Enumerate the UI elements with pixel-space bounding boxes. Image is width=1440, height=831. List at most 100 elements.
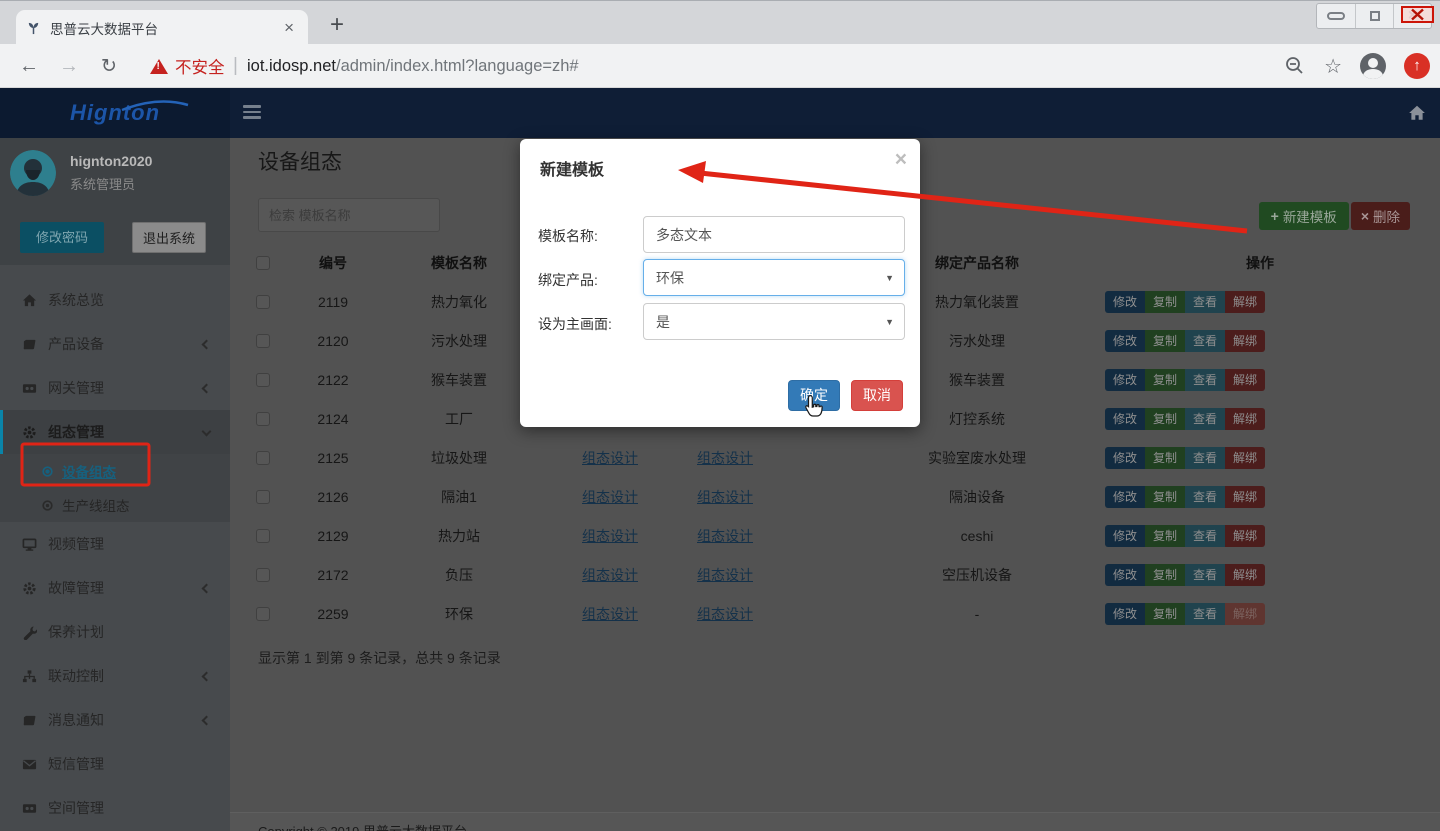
config-design-link-2[interactable]: 组态设计 [655,594,795,633]
browser-tab[interactable]: 思普云大数据平台 × [16,10,308,45]
sidebar-item-fault[interactable]: 故障管理 [0,566,230,610]
unbind-button[interactable]: 解绑 [1225,564,1265,586]
main-screen-select[interactable]: 是 ▼ [643,303,905,340]
unbind-button[interactable]: 解绑 [1225,486,1265,508]
window-restore-button[interactable] [1355,4,1393,28]
window-close-button[interactable]: × [1393,4,1431,28]
sidebar-item-gateway[interactable]: 网关管理 [0,366,230,410]
view-button[interactable]: 查看 [1185,408,1225,430]
tab-close-icon[interactable]: × [280,18,298,38]
new-tab-button[interactable]: + [322,11,352,41]
sidebar-item-space[interactable]: 空间管理 [0,786,230,830]
logout-button[interactable]: 退出系统 [132,222,206,253]
copy-button[interactable]: 复制 [1145,564,1185,586]
forward-button[interactable]: → [52,44,86,88]
copy-button[interactable]: 复制 [1145,486,1185,508]
book-icon [22,713,48,728]
sidebar-item-linkage[interactable]: 联动控制 [0,654,230,698]
row-checkbox[interactable] [256,607,270,621]
edit-button[interactable]: 修改 [1105,330,1145,352]
sidebar-item-notifications[interactable]: 消息通知 [0,698,230,742]
sidebar-item-production-line-config[interactable]: 生产线组态 [0,488,230,522]
view-button[interactable]: 查看 [1185,447,1225,469]
config-design-link-2[interactable]: 组态设计 [655,438,795,477]
unbind-button[interactable]: 解绑 [1225,525,1265,547]
bookmark-star-icon[interactable]: ☆ [1324,54,1342,79]
edit-button[interactable]: 修改 [1105,408,1145,430]
back-button[interactable]: ← [12,44,46,88]
window-minimize-button[interactable] [1317,4,1355,28]
sidebar-item-device-config[interactable]: 设备组态 [0,454,230,488]
unbind-button[interactable]: 解绑 [1225,330,1265,352]
config-design-link-2[interactable]: 组态设计 [655,516,795,555]
restore-icon [1370,11,1380,21]
edit-button[interactable]: 修改 [1105,291,1145,313]
sidebar-item-system-overview[interactable]: 系统总览 [0,278,230,322]
view-button[interactable]: 查看 [1185,525,1225,547]
row-checkbox[interactable] [256,412,270,426]
cancel-button[interactable]: 取消 [851,380,903,411]
sidebar-item-video[interactable]: 视频管理 [0,522,230,566]
row-checkbox[interactable] [256,373,270,387]
reload-button[interactable]: ↻ [92,44,126,88]
edit-button[interactable]: 修改 [1105,486,1145,508]
copy-button[interactable]: 复制 [1145,447,1185,469]
copy-button[interactable]: 复制 [1145,369,1185,391]
unbind-button[interactable]: 解绑 [1225,603,1265,625]
row-checkbox[interactable] [256,490,270,504]
modal-close-icon[interactable]: × [895,149,907,170]
edit-button[interactable]: 修改 [1105,564,1145,586]
row-checkbox[interactable] [256,334,270,348]
row-product-name: - [852,594,1102,633]
bind-product-select[interactable]: 环保 ▼ [643,259,905,296]
edit-button[interactable]: 修改 [1105,447,1145,469]
config-design-link-2[interactable]: 组态设计 [655,555,795,594]
template-name-input[interactable] [643,216,905,253]
app-logo[interactable]: Hignton [0,88,230,138]
view-button[interactable]: 查看 [1185,369,1225,391]
browser-update-icon[interactable]: ↑ [1404,53,1430,79]
row-checkbox[interactable] [256,568,270,582]
select-all-checkbox[interactable] [256,256,270,270]
edit-button[interactable]: 修改 [1105,369,1145,391]
copy-button[interactable]: 复制 [1145,525,1185,547]
copy-button[interactable]: 复制 [1145,291,1185,313]
sidebar-item-product-devices[interactable]: 产品设备 [0,322,230,366]
view-button[interactable]: 查看 [1185,603,1225,625]
security-warning[interactable]: 不安全 [150,44,225,88]
zoom-out-icon[interactable] [1284,55,1306,77]
view-button[interactable]: 查看 [1185,291,1225,313]
view-button[interactable]: 查看 [1185,330,1225,352]
copy-button[interactable]: 复制 [1145,330,1185,352]
edit-button[interactable]: 修改 [1105,525,1145,547]
address-bar[interactable]: iot.idosp.net/admin/index.html?language=… [247,44,579,88]
sidebar-toggle-button[interactable] [243,105,261,119]
row-checkbox[interactable] [256,529,270,543]
tab-title: 思普云大数据平台 [50,18,280,38]
unbind-button[interactable]: 解绑 [1225,291,1265,313]
row-template-name: 隔油1 [384,477,534,516]
caret-down-icon: ▼ [885,273,894,283]
minimize-icon [1327,12,1345,20]
home-icon[interactable] [1408,104,1426,122]
row-checkbox[interactable] [256,451,270,465]
sidebar-item-sms[interactable]: 短信管理 [0,742,230,786]
copy-button[interactable]: 复制 [1145,603,1185,625]
view-button[interactable]: 查看 [1185,564,1225,586]
copy-button[interactable]: 复制 [1145,408,1185,430]
unbind-button[interactable]: 解绑 [1225,369,1265,391]
unbind-button[interactable]: 解绑 [1225,447,1265,469]
confirm-button[interactable]: 确定 [788,380,840,411]
browser-profile-icon[interactable] [1360,53,1386,79]
sidebar-item-maintenance[interactable]: 保养计划 [0,610,230,654]
view-button[interactable]: 查看 [1185,486,1225,508]
new-template-button[interactable]: +新建模板 [1259,202,1349,230]
delete-button[interactable]: ×删除 [1351,202,1410,230]
sidebar-item-config-management[interactable]: 组态管理 [0,410,230,454]
unbind-button[interactable]: 解绑 [1225,408,1265,430]
row-checkbox[interactable] [256,295,270,309]
change-password-button[interactable]: 修改密码 [20,222,104,253]
edit-button[interactable]: 修改 [1105,603,1145,625]
config-design-link-2[interactable]: 组态设计 [655,477,795,516]
search-input[interactable] [258,198,440,232]
